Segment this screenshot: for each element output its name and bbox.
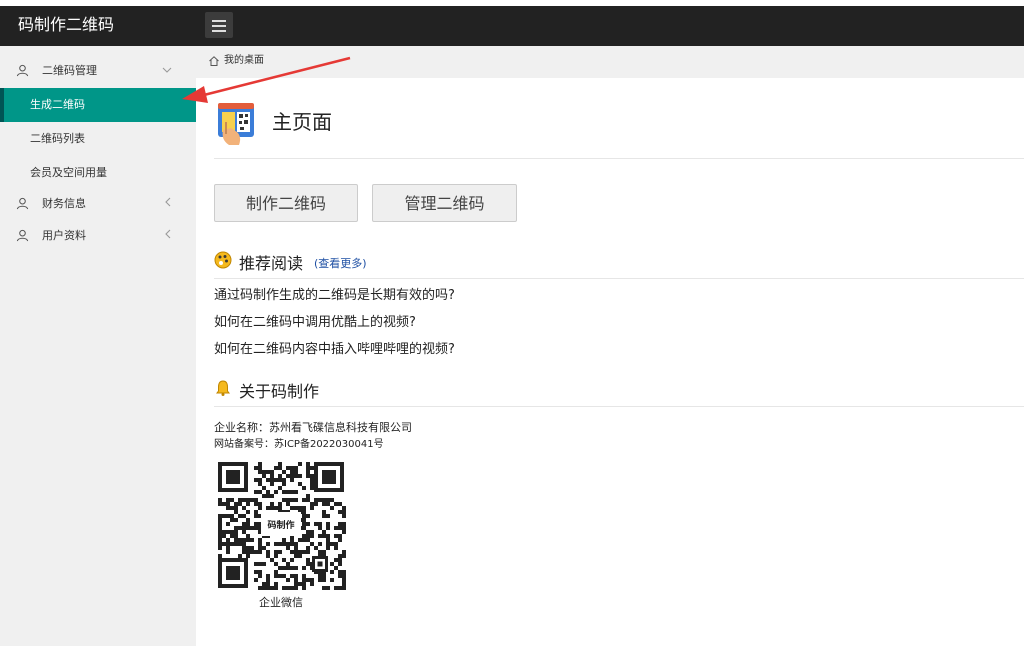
brand-title[interactable]: 码制作二维码 bbox=[0, 6, 196, 46]
wechat-qr-code: 码制作 bbox=[216, 460, 346, 590]
about-title: 关于码制作 bbox=[239, 382, 320, 401]
article-link[interactable]: 如何在二维码内容中插入哔哩哔哩的视频? bbox=[214, 338, 455, 357]
top-bar: 码制作二维码 bbox=[0, 6, 1024, 46]
sidebar-item-label: 用户资料 bbox=[42, 229, 86, 242]
sidebar-item-membership-usage[interactable]: 会员及空间用量 bbox=[0, 156, 196, 190]
page-title: 主页面 bbox=[272, 110, 332, 134]
article-link[interactable]: 通过码制作生成的二维码是长期有效的吗? bbox=[214, 284, 455, 303]
user-icon bbox=[16, 54, 30, 91]
palette-icon bbox=[214, 251, 232, 269]
sidebar-item-user-profile[interactable]: 用户资料 bbox=[0, 222, 196, 254]
recommended-reading-title: 推荐阅读 bbox=[239, 254, 304, 273]
menu-toggle-button[interactable] bbox=[205, 12, 233, 38]
breadcrumb: 我的桌面 bbox=[196, 46, 1024, 78]
sidebar-item-qr-list[interactable]: 二维码列表 bbox=[0, 122, 196, 156]
sidebar-item-generate-qr[interactable]: 生成二维码 bbox=[0, 88, 196, 122]
manage-qr-button[interactable]: 管理二维码 bbox=[372, 184, 517, 222]
recommended-reading-header: 推荐阅读 (查看更多) bbox=[214, 248, 1024, 279]
chevron-left-icon bbox=[164, 190, 172, 218]
sidebar: 二维码管理 生成二维码 二维码列表 会员及空间用量 财务信息 用户资料 bbox=[0, 46, 196, 646]
home-icon[interactable] bbox=[208, 47, 220, 80]
user-icon bbox=[16, 190, 30, 221]
sidebar-item-finance[interactable]: 财务信息 bbox=[0, 190, 196, 222]
view-more-link[interactable]: (查看更多) bbox=[314, 255, 367, 271]
sidebar-item-qr-management[interactable]: 二维码管理 bbox=[0, 54, 196, 88]
company-name: 企业名称：苏州看飞碟信息科技有限公司 bbox=[214, 421, 412, 434]
user-icon bbox=[16, 222, 30, 253]
page-header: 主页面 bbox=[214, 102, 1024, 159]
qr-caption: 企业微信 bbox=[259, 596, 303, 609]
chevron-left-icon bbox=[164, 222, 172, 250]
sidebar-item-label: 二维码管理 bbox=[42, 64, 97, 77]
icp-record[interactable]: 网站备案号：苏ICP备2022030041号 bbox=[214, 435, 384, 450]
make-qr-button[interactable]: 制作二维码 bbox=[214, 184, 358, 222]
sidebar-item-label: 财务信息 bbox=[42, 197, 86, 210]
hamburger-icon bbox=[212, 20, 226, 22]
breadcrumb-current[interactable]: 我的桌面 bbox=[224, 46, 264, 76]
article-link[interactable]: 如何在二维码中调用优酷上的视频? bbox=[214, 311, 416, 330]
main-content: 主页面 制作二维码 管理二维码 推荐阅读 (查看更多) 通过码制作生成的二维码是… bbox=[196, 78, 1024, 646]
bell-icon bbox=[214, 379, 232, 397]
about-header: 关于码制作 bbox=[214, 376, 1024, 407]
chevron-down-icon bbox=[162, 54, 172, 88]
qr-center-logo: 码制作 bbox=[267, 519, 294, 531]
qr-phone-icon bbox=[217, 102, 255, 146]
